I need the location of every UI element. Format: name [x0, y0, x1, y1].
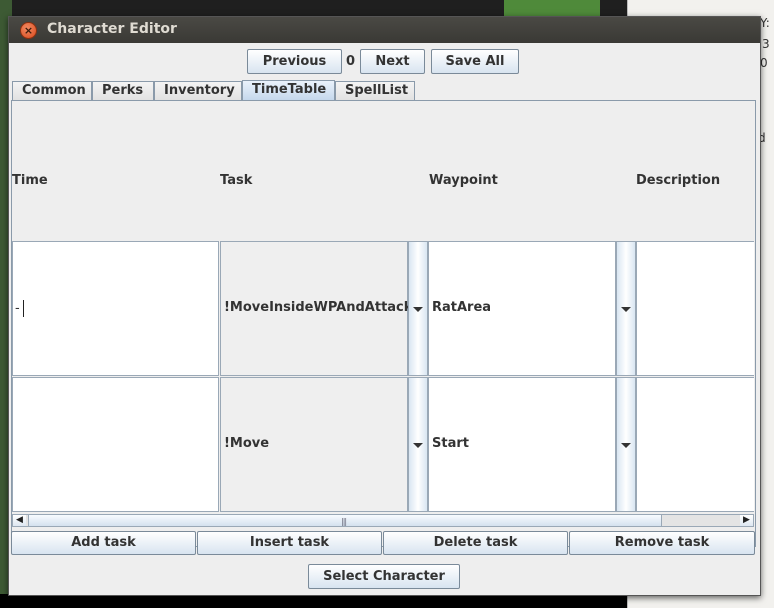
scroll-left-icon[interactable]: ◀	[13, 515, 26, 526]
tab-perks[interactable]: Perks	[92, 81, 154, 100]
chevron-down-icon	[413, 306, 423, 312]
horizontal-scrollbar[interactable]: ◀ ||| ▶	[12, 514, 754, 527]
column-header-description[interactable]: Description	[636, 173, 720, 188]
time-input[interactable]: -	[12, 241, 219, 376]
background-text: Y:	[760, 16, 770, 30]
waypoint-dropdown-button[interactable]	[616, 241, 636, 376]
previous-button[interactable]: Previous	[247, 49, 342, 74]
desktop-background-bottom	[0, 594, 627, 608]
next-button[interactable]: Next	[360, 49, 425, 74]
task-dropdown-button[interactable]	[408, 377, 428, 512]
task-dropdown-button[interactable]	[408, 241, 428, 376]
chevron-down-icon	[413, 442, 423, 448]
title-bar[interactable]: × Character Editor	[9, 17, 760, 43]
scrollbar-thumb[interactable]: |||	[28, 515, 662, 526]
remove-task-button[interactable]: Remove task	[569, 531, 755, 555]
task-combo[interactable]: !Move	[220, 377, 408, 512]
background-text: 0	[760, 56, 768, 70]
column-header-waypoint[interactable]: Waypoint	[429, 173, 498, 188]
scroll-right-icon[interactable]: ▶	[740, 515, 753, 526]
task-value: !Move	[224, 436, 270, 451]
grip-icon: |||	[341, 517, 347, 526]
waypoint-value: Start	[432, 436, 469, 451]
waypoint-dropdown-button[interactable]	[616, 377, 636, 512]
select-character-button[interactable]: Select Character	[308, 564, 460, 589]
waypoint-combo[interactable]: Start	[428, 377, 616, 512]
insert-task-button[interactable]: Insert task	[197, 531, 382, 555]
waypoint-value: RatArea	[432, 300, 492, 315]
waypoint-combo[interactable]: RatArea	[428, 241, 616, 376]
text-caret	[23, 300, 24, 317]
add-task-button[interactable]: Add task	[11, 531, 196, 555]
delete-task-button[interactable]: Delete task	[383, 531, 568, 555]
description-input[interactable]	[636, 241, 754, 376]
task-combo[interactable]: !MoveInsideWPAndAttack	[220, 241, 412, 376]
game-background-grass	[504, 0, 600, 16]
window-title: Character Editor	[47, 21, 177, 37]
tab-inventory[interactable]: Inventory	[154, 81, 242, 100]
chevron-down-icon	[621, 442, 631, 448]
tab-common[interactable]: Common	[12, 81, 92, 100]
column-header-task[interactable]: Task	[220, 173, 252, 188]
timetable-table: Time Task Waypoint Description - !MoveIn…	[12, 103, 754, 513]
close-icon[interactable]: ×	[20, 22, 37, 39]
tab-timetable[interactable]: TimeTable	[242, 80, 335, 100]
background-text: 3	[762, 37, 770, 51]
character-index: 0	[346, 54, 356, 69]
description-input[interactable]	[636, 377, 754, 512]
save-all-button[interactable]: Save All	[431, 49, 519, 74]
time-input[interactable]	[12, 377, 219, 512]
time-value: -	[15, 301, 20, 316]
tab-spelllist[interactable]: SpellList	[335, 81, 415, 100]
chevron-down-icon	[621, 306, 631, 312]
column-header-time[interactable]: Time	[12, 173, 48, 188]
character-editor-window: × Character Editor Previous 0 Next Save …	[8, 16, 761, 596]
task-value: !MoveInsideWPAndAttack	[224, 300, 413, 315]
